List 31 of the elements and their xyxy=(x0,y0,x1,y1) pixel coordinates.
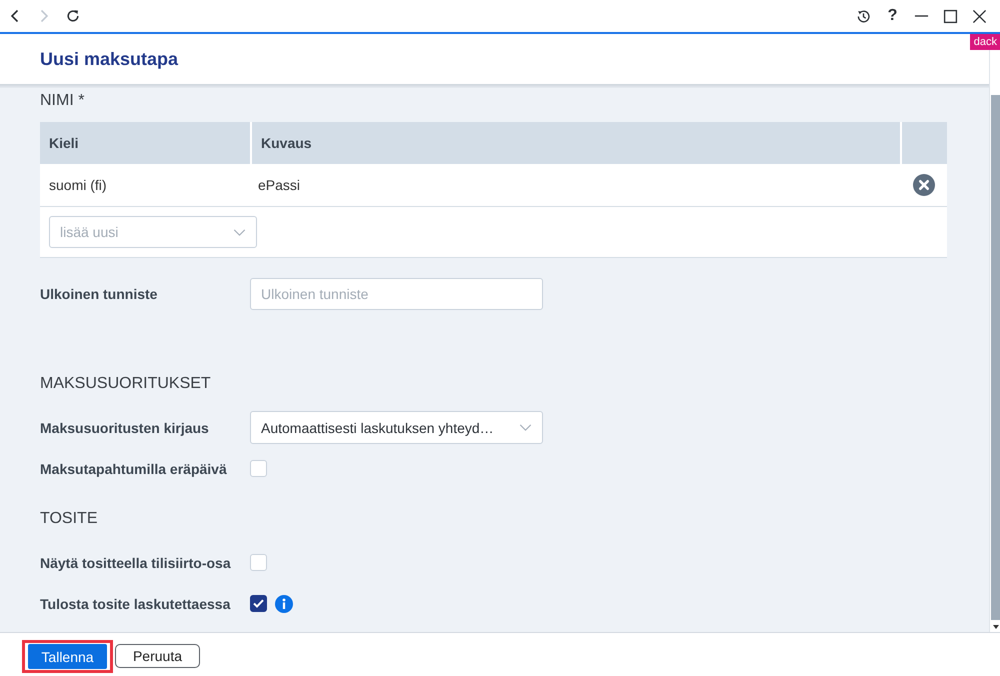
corner-badge: dack xyxy=(970,34,1000,50)
info-icon[interactable] xyxy=(275,594,293,612)
minimize-icon[interactable] xyxy=(914,15,929,17)
table-cell: suomi (fi) xyxy=(40,164,251,206)
save-button[interactable]: Tallenna xyxy=(28,644,107,669)
cancel-button[interactable]: Peruuta xyxy=(115,644,200,668)
column-header: Kuvaus xyxy=(251,122,901,164)
field-label: Näytä tositteella tilisiirto-osa xyxy=(40,554,232,570)
table-cell: ePassi xyxy=(251,164,901,206)
section-heading: MAKSUSUORITUKSET xyxy=(40,375,212,393)
check-icon xyxy=(253,599,264,608)
section-heading: NIMI * xyxy=(40,92,86,110)
chevron-down-icon xyxy=(233,228,246,236)
x-circle-icon[interactable] xyxy=(913,174,935,196)
text-field[interactable]: Ulkoinen tunniste xyxy=(250,278,543,310)
column-header: Kieli xyxy=(40,122,251,164)
history-icon[interactable] xyxy=(856,8,871,24)
select-field[interactable]: Automaattisesti laskutuksen yhteyd… xyxy=(250,411,543,444)
help-button[interactable]: ? xyxy=(888,7,898,25)
field-label: Ulkoinen tunniste xyxy=(40,286,158,302)
reload-icon[interactable] xyxy=(66,9,80,23)
chevron-down-icon xyxy=(519,424,532,431)
close-icon[interactable] xyxy=(972,8,987,24)
checkbox[interactable] xyxy=(250,595,267,612)
page-title: Uusi maksutapa xyxy=(40,48,178,70)
maximize-icon[interactable] xyxy=(943,8,958,24)
section-heading: TOSITE xyxy=(40,510,98,528)
caret-down-icon[interactable] xyxy=(993,625,999,629)
field-label: Maksusuoritusten kirjaus xyxy=(40,420,210,436)
field-label: Maksutapahtumilla eräpäivä xyxy=(40,460,228,476)
field-label: Tulosta tosite laskutettaessa xyxy=(40,596,232,612)
